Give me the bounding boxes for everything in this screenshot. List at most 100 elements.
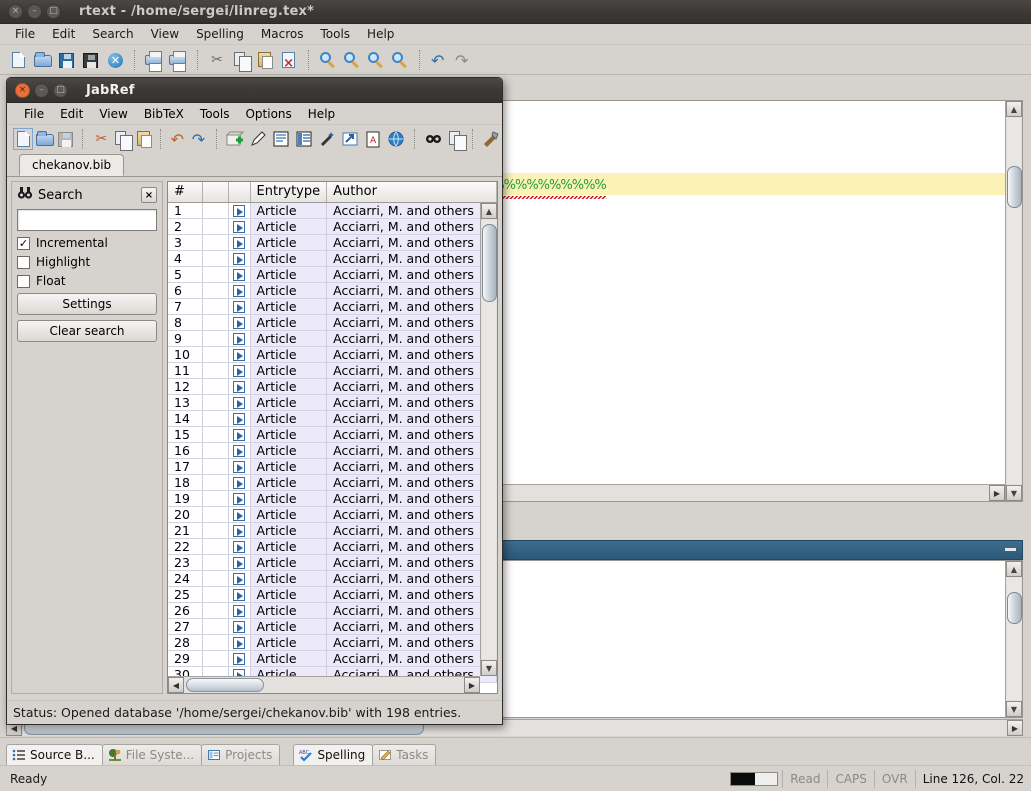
close-icon[interactable]: × <box>8 4 23 19</box>
close-file-icon[interactable]: ✕ <box>104 49 126 71</box>
save-database-icon[interactable] <box>55 128 75 150</box>
cell-icon[interactable] <box>228 378 251 395</box>
cell-icon[interactable] <box>228 490 251 507</box>
entry-link-icon[interactable] <box>233 396 245 409</box>
bottom-tab-spelling[interactable]: ABC Spelling <box>293 744 374 765</box>
preview-icon[interactable] <box>270 128 292 150</box>
cell-icon[interactable] <box>228 410 251 427</box>
column-entrytype[interactable]: Entrytype <box>250 182 328 203</box>
table-row[interactable]: 16 Article Acciarri, M. and others <box>168 442 497 459</box>
table-row[interactable]: 4 Article Acciarri, M. and others <box>168 250 497 267</box>
scrollbar-track[interactable] <box>1007 578 1022 700</box>
cell-icon[interactable] <box>228 234 251 251</box>
entry-link-icon[interactable] <box>233 604 245 617</box>
open-folder-icon[interactable] <box>32 49 54 71</box>
entry-link-icon[interactable] <box>233 316 245 329</box>
entry-link-icon[interactable] <box>233 332 245 345</box>
entry-link-icon[interactable] <box>233 412 245 425</box>
cell-marker[interactable] <box>202 442 229 459</box>
table-row[interactable]: 29 Article Acciarri, M. and others <box>168 650 497 667</box>
entry-link-icon[interactable] <box>233 444 245 457</box>
cell-icon[interactable] <box>228 570 251 587</box>
toggle-groups-icon[interactable] <box>293 128 315 150</box>
cell-marker[interactable] <box>202 602 229 619</box>
table-row[interactable]: 19 Article Acciarri, M. and others <box>168 490 497 507</box>
cell-marker[interactable] <box>202 554 229 571</box>
status-read[interactable]: Read <box>782 769 827 788</box>
table-row[interactable]: 11 Article Acciarri, M. and others <box>168 362 497 379</box>
entry-link-icon[interactable] <box>233 476 245 489</box>
entry-link-icon[interactable] <box>233 540 245 553</box>
cell-icon[interactable] <box>228 298 251 315</box>
jr-menu-help[interactable]: Help <box>301 105 342 123</box>
database-tab-chekanov[interactable]: chekanov.bib <box>19 154 125 176</box>
entry-link-icon[interactable] <box>233 508 245 521</box>
entry-link-icon[interactable] <box>233 572 245 585</box>
cell-marker[interactable] <box>202 394 229 411</box>
entry-link-icon[interactable] <box>233 636 245 649</box>
cell-marker[interactable] <box>202 266 229 283</box>
replace-next-icon[interactable] <box>389 49 411 71</box>
table-row[interactable]: 21 Article Acciarri, M. and others <box>168 522 497 539</box>
jabref-titlebar[interactable]: × – □ JabRef <box>7 78 502 103</box>
menu-tools[interactable]: Tools <box>313 25 357 43</box>
cell-icon[interactable] <box>228 266 251 283</box>
table-row[interactable]: 10 Article Acciarri, M. and others <box>168 346 497 363</box>
close-icon[interactable]: × <box>15 82 30 98</box>
entry-link-icon[interactable] <box>233 524 245 537</box>
dock-vertical-scrollbar[interactable]: ▲ ▼ <box>1005 561 1022 717</box>
scroll-up-icon[interactable]: ▲ <box>1006 101 1022 117</box>
find-icon[interactable] <box>317 49 339 71</box>
column-author[interactable]: Author <box>326 182 497 203</box>
cell-icon[interactable] <box>228 650 251 667</box>
scroll-right-icon[interactable]: ▶ <box>989 485 1005 501</box>
scrollbar-thumb[interactable] <box>1007 592 1022 624</box>
cell-icon[interactable] <box>228 218 251 235</box>
cell-icon[interactable] <box>228 586 251 603</box>
print-icon[interactable] <box>143 49 165 72</box>
float-checkbox[interactable] <box>17 274 30 288</box>
cell-icon[interactable] <box>228 426 251 443</box>
bottom-tab-projects[interactable]: Projects <box>201 744 281 765</box>
cell-marker[interactable] <box>202 362 229 379</box>
table-row[interactable]: 12 Article Acciarri, M. and others <box>168 378 497 395</box>
entry-link-icon[interactable] <box>233 620 245 633</box>
cell-marker[interactable] <box>202 458 229 475</box>
scroll-up-icon[interactable]: ▲ <box>481 203 497 219</box>
cell-icon[interactable] <box>228 314 251 331</box>
copy-icon[interactable] <box>230 49 252 72</box>
incremental-checkbox[interactable]: ✓ <box>17 236 30 250</box>
cell-marker[interactable] <box>202 282 229 299</box>
tools-icon[interactable] <box>480 128 502 150</box>
table-row[interactable]: 25 Article Acciarri, M. and others <box>168 586 497 603</box>
duplicate-icon[interactable] <box>445 128 467 151</box>
redo-icon[interactable]: ↷ <box>452 49 474 71</box>
clear-search-button[interactable]: Clear search <box>17 320 157 342</box>
minimize-dock-icon[interactable] <box>1005 548 1016 551</box>
menu-search[interactable]: Search <box>85 25 140 43</box>
table-row[interactable]: 3 Article Acciarri, M. and others <box>168 234 497 251</box>
jr-menu-tools[interactable]: Tools <box>193 105 237 123</box>
redo-icon[interactable]: ↷ <box>189 128 209 150</box>
option-incremental[interactable]: ✓ Incremental <box>17 236 157 250</box>
new-entry-icon[interactable] <box>224 128 246 150</box>
scrollbar-track[interactable] <box>482 220 497 659</box>
table-row[interactable]: 18 Article Acciarri, M. and others <box>168 474 497 491</box>
scroll-left-icon[interactable]: ◀ <box>168 677 184 693</box>
cell-marker[interactable] <box>202 506 229 523</box>
scroll-down-icon[interactable]: ▼ <box>481 660 497 676</box>
column-blank-1[interactable] <box>202 182 229 203</box>
cell-marker[interactable] <box>202 538 229 555</box>
open-database-icon[interactable] <box>34 128 55 150</box>
edit-entry-icon[interactable] <box>247 128 269 150</box>
undo-icon[interactable]: ↶ <box>168 128 188 150</box>
cell-icon[interactable] <box>228 554 251 571</box>
replace-icon[interactable] <box>365 49 387 71</box>
maximize-icon[interactable]: □ <box>53 82 68 98</box>
entry-link-icon[interactable] <box>233 492 245 505</box>
jr-menu-file[interactable]: File <box>17 105 51 123</box>
column-number[interactable]: # <box>168 182 203 203</box>
table-horizontal-scrollbar[interactable]: ◀ ▶ <box>168 676 480 693</box>
cell-marker[interactable] <box>202 378 229 395</box>
cell-marker[interactable] <box>202 618 229 635</box>
